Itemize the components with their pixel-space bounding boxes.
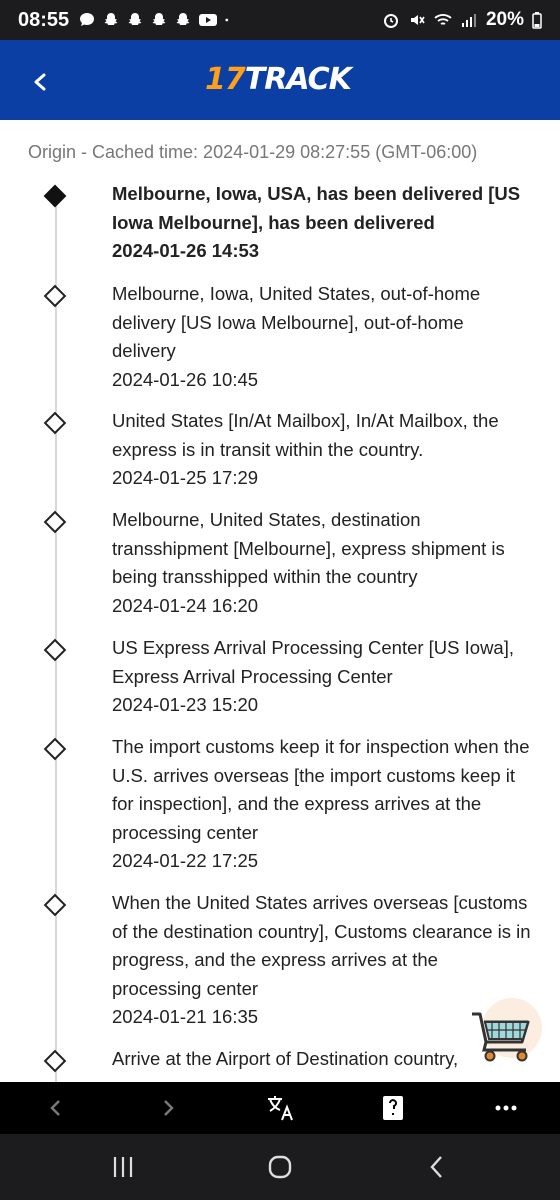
home-icon[interactable] [266, 1153, 294, 1181]
more-options-icon[interactable] [494, 1094, 518, 1122]
timeline-marker [43, 638, 67, 662]
logo-number: 17 [205, 62, 246, 97]
app-logo: 17TRACK [205, 62, 352, 97]
timeline-line [55, 192, 57, 1082]
shopping-cart-icon[interactable] [468, 998, 544, 1074]
event-time: 2024-01-22 17:25 [112, 850, 259, 871]
event-text: The import customs keep it for inspectio… [112, 733, 532, 876]
timeline-marker-current [43, 184, 67, 208]
battery-icon [532, 12, 542, 29]
browser-back-icon[interactable] [44, 1094, 68, 1122]
browser-toolbar [0, 1082, 560, 1134]
signal-icon [461, 14, 476, 27]
notification-icons [78, 11, 234, 29]
battery-level: 20% [485, 9, 524, 30]
timeline-marker [43, 284, 67, 308]
timeline-marker [43, 1049, 67, 1073]
event-description: When the United States arrives overseas … [112, 892, 531, 999]
chevron-left-icon[interactable] [22, 64, 58, 100]
system-nav-bar [0, 1134, 560, 1200]
event-time: 2024-01-26 14:53 [112, 240, 260, 261]
event-text: US Express Arrival Processing Center [US… [112, 634, 532, 720]
browser-forward-icon[interactable] [156, 1094, 180, 1122]
tracking-content: Origin - Cached time: 2024-01-29 08:27:5… [0, 120, 560, 1082]
chat-icon [80, 13, 94, 26]
translate-icon[interactable] [266, 1094, 296, 1122]
event-text: Melbourne, Iowa, USA, has been delivered… [112, 180, 532, 266]
status-right: 20% [382, 9, 542, 31]
event-description: Melbourne, Iowa, USA, has been delivered… [112, 183, 521, 233]
mute-icon [410, 15, 425, 25]
event-time: 2024-01-25 17:29 [112, 467, 259, 488]
event-text: Melbourne, Iowa, United States, out-of-h… [112, 280, 532, 394]
youtube-icon [199, 14, 217, 26]
event-text: Melbourne, United States, destination tr… [112, 506, 532, 620]
status-bar: 08:55 20% [0, 0, 560, 40]
event-time: 2024-01-24 16:20 [112, 594, 259, 616]
event-description: Melbourne, Iowa, United States, out-of-h… [112, 283, 481, 361]
timeline-marker [43, 893, 67, 917]
snapchat-icon [176, 13, 190, 25]
event-description: US Express Arrival Processing Center [US… [112, 637, 515, 687]
event-time: 2024-01-26 10:45 [112, 368, 259, 390]
timeline-marker [43, 510, 67, 534]
logo-word: TRACK [244, 62, 352, 97]
wifi-icon [434, 14, 452, 25]
origin-cached-time: Origin - Cached time: 2024-01-29 08:27:5… [28, 142, 478, 162]
event-description: United States [In/At Mailbox], In/At Mai… [112, 410, 499, 460]
alarm-icon [383, 14, 398, 28]
tabs-icon[interactable] [380, 1094, 406, 1122]
system-back-icon[interactable] [424, 1153, 450, 1181]
event-text: United States [In/At Mailbox], In/At Mai… [112, 407, 532, 493]
snapchat-icon [104, 13, 118, 25]
event-description: Melbourne, United States, destination tr… [112, 509, 505, 587]
snapchat-icon [152, 13, 166, 25]
event-description: The import customs keep it for inspectio… [112, 736, 530, 843]
recent-apps-icon[interactable] [110, 1154, 136, 1180]
app-header: 17TRACK [0, 40, 560, 120]
event-time: 2024-01-23 15:20 [112, 694, 259, 715]
snapchat-icon [128, 13, 142, 25]
dot-icon [225, 18, 229, 22]
status-time: 08:55 [18, 9, 70, 31]
event-description: Arrive at the Airport of Destination cou… [112, 1048, 459, 1069]
timeline-marker [43, 737, 67, 761]
timeline-marker [43, 411, 67, 435]
